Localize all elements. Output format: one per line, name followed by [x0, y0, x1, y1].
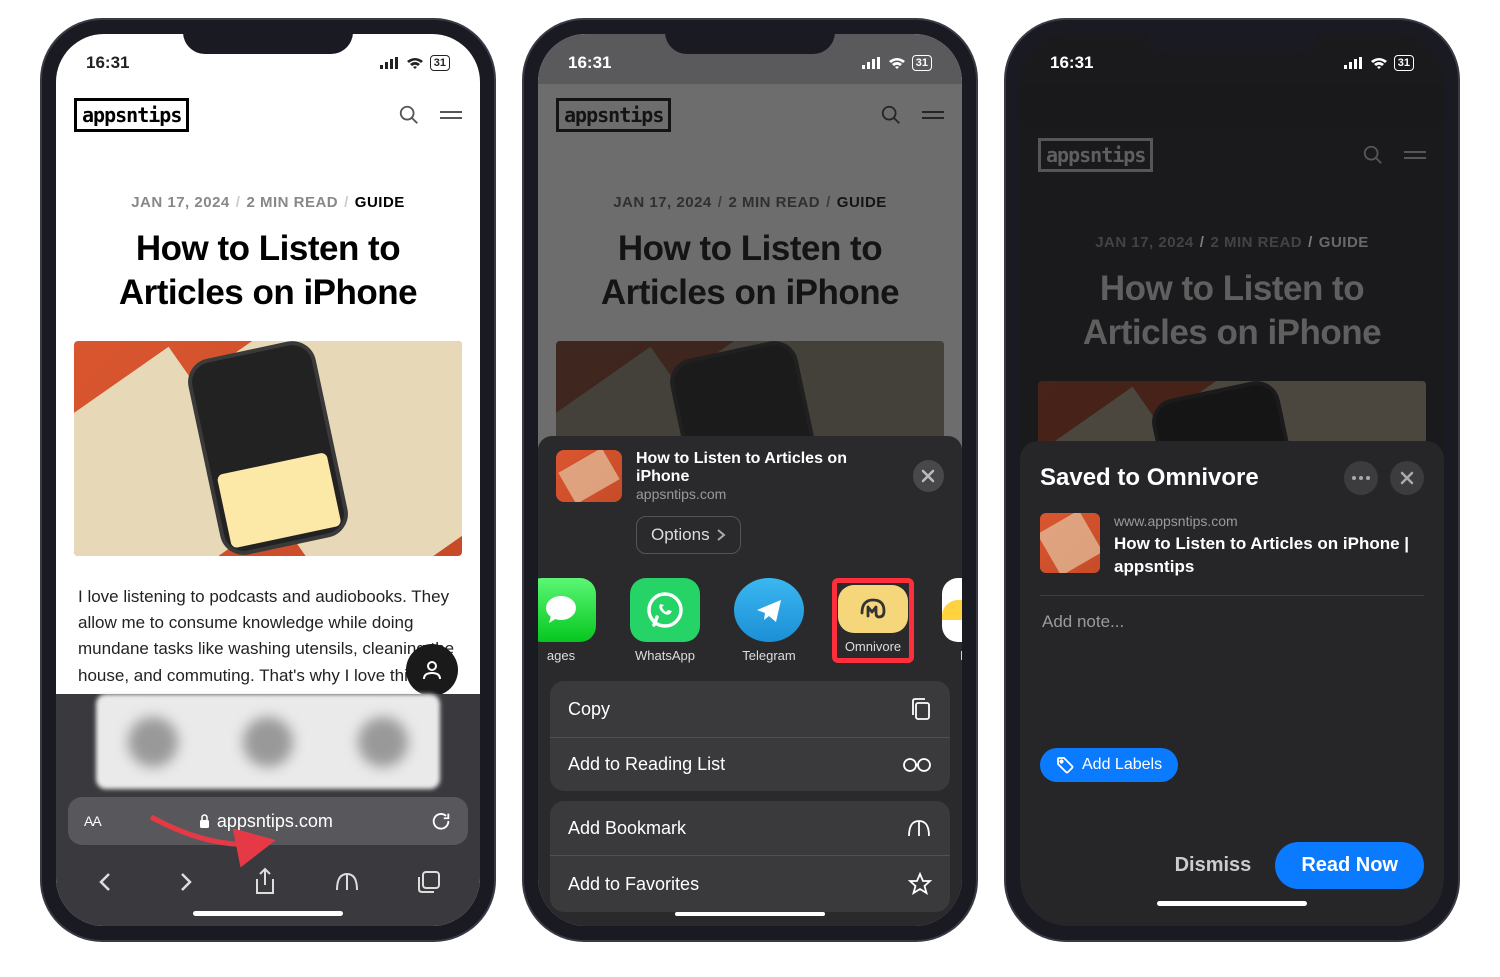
site-header: appsntips [56, 84, 480, 146]
battery-level: 31 [912, 55, 932, 71]
home-indicator[interactable] [1157, 901, 1307, 906]
share-app-notes[interactable]: Notes [936, 578, 962, 663]
phone-frame-2: 16:31 31 appsntips JAN 17, 2024/2 MIN RE… [524, 20, 976, 940]
status-icons: 31 [380, 55, 450, 71]
add-note-field[interactable]: Add note... [1040, 596, 1424, 648]
status-time: 16:31 [568, 53, 611, 73]
more-icon [1352, 476, 1370, 480]
book-icon [906, 817, 932, 839]
saved-item-row: www.appsntips.com How to Listen to Artic… [1040, 513, 1424, 596]
safari-chrome: AA appsntips.com [56, 694, 480, 926]
phone-frame-3: 16:31 31 appsntips JAN 17, 2024/2 MIN RE… [1006, 20, 1458, 940]
omnivore-heading: Saved to Omnivore [1040, 464, 1259, 492]
notch [1147, 20, 1317, 54]
share-button[interactable] [252, 867, 278, 897]
bookmarks-button[interactable] [333, 870, 361, 894]
status-icons: 31 [1344, 55, 1414, 71]
notch [665, 20, 835, 54]
tabs-button[interactable] [416, 869, 442, 895]
home-indicator[interactable] [193, 911, 343, 916]
add-labels-button[interactable]: Add Labels [1040, 748, 1178, 782]
action-bookmark[interactable]: Add Bookmark [550, 801, 950, 855]
phone-frame-1: 16:31 31 appsntips JAN 17, 2024/2 MIN RE… [42, 20, 494, 940]
close-icon [1400, 471, 1414, 485]
forward-button [173, 870, 197, 894]
notch [183, 20, 353, 54]
saved-url: www.appsntips.com [1114, 513, 1424, 529]
tag-icon [1056, 756, 1074, 774]
search-icon[interactable] [398, 104, 420, 126]
star-icon [908, 872, 932, 896]
screen-3: 16:31 31 appsntips JAN 17, 2024/2 MIN RE… [1020, 34, 1444, 926]
share-app-whatsapp[interactable]: WhatsApp [624, 578, 706, 663]
article-meta: JAN 17, 2024/2 MIN READ/GUIDE [56, 146, 480, 219]
share-title: How to Listen to Articles on iPhone [636, 450, 899, 486]
home-indicator[interactable] [675, 912, 825, 916]
read-now-button[interactable]: Read Now [1275, 842, 1424, 889]
omnivore-sheet: Saved to Omnivore www.appsntips.com [1020, 441, 1444, 926]
share-app-omnivore[interactable]: Omnivore [832, 578, 914, 663]
account-button[interactable] [406, 644, 458, 694]
back-button[interactable] [94, 870, 118, 894]
screen-1: 16:31 31 appsntips JAN 17, 2024/2 MIN RE… [56, 34, 480, 926]
status-icons: 31 [862, 55, 932, 71]
action-favorites[interactable]: Add to Favorites [550, 855, 950, 912]
annotation-arrow [146, 812, 286, 868]
screen-2: 16:31 31 appsntips JAN 17, 2024/2 MIN RE… [538, 34, 962, 926]
status-time: 16:31 [1050, 53, 1093, 73]
copy-icon [910, 697, 932, 721]
hero-image [74, 341, 462, 556]
share-thumbnail [556, 450, 622, 502]
share-sheet: How to Listen to Articles on iPhone apps… [538, 436, 962, 926]
share-app-messages[interactable]: ages [538, 578, 602, 663]
share-apps-row[interactable]: ages WhatsApp Telegram Omnivore [538, 568, 962, 675]
glasses-icon [902, 757, 932, 773]
close-icon [921, 469, 935, 483]
options-button[interactable]: Options [636, 516, 741, 554]
text-size-button[interactable]: AA [84, 813, 101, 829]
close-button[interactable] [913, 460, 944, 492]
saved-thumbnail [1040, 513, 1100, 573]
share-subtitle: appsntips.com [636, 486, 899, 502]
more-button[interactable] [1344, 461, 1378, 495]
site-logo[interactable]: appsntips [74, 98, 189, 132]
menu-icon[interactable] [440, 111, 462, 119]
article-title: How to Listen to Articles on iPhone [56, 219, 480, 331]
reload-icon[interactable] [430, 810, 452, 832]
saved-title: How to Listen to Articles on iPhone | ap… [1114, 533, 1424, 579]
chevron-right-icon [716, 528, 726, 542]
blurred-content [96, 694, 440, 789]
action-reading-list[interactable]: Add to Reading List [550, 737, 950, 791]
share-app-telegram[interactable]: Telegram [728, 578, 810, 663]
dismiss-button[interactable]: Dismiss [1175, 854, 1252, 877]
battery-level: 31 [1394, 55, 1414, 71]
battery-level: 31 [430, 55, 450, 71]
status-time: 16:31 [86, 53, 129, 73]
close-button[interactable] [1390, 461, 1424, 495]
action-copy[interactable]: Copy [550, 681, 950, 737]
